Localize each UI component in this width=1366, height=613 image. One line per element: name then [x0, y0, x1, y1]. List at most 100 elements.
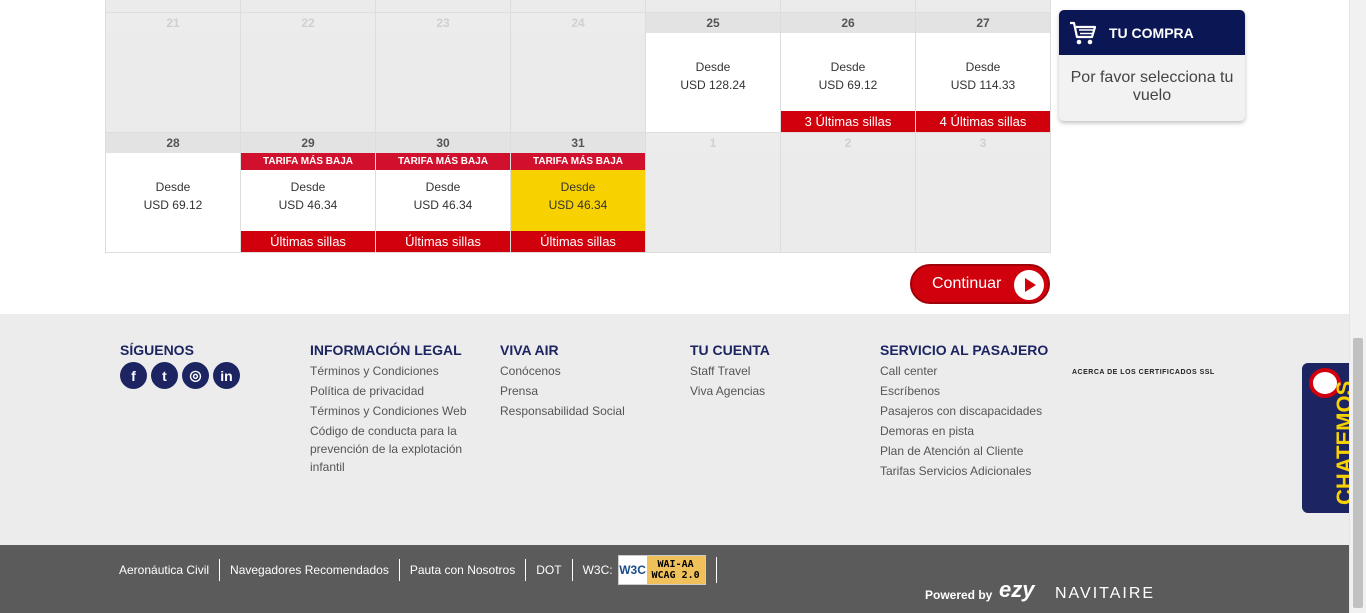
- calendar-day-cell: 22: [241, 13, 376, 133]
- fare-price: USD 46.34: [278, 198, 338, 212]
- social-icons: f t ◎ in: [120, 362, 240, 389]
- day-number: 26: [781, 13, 915, 33]
- chat-label: CHATEMOS: [1332, 380, 1349, 505]
- calendar-day-cell[interactable]: 27 Desde USD 114.33 4 Últimas sillas: [916, 13, 1051, 133]
- footer-link[interactable]: Prensa: [500, 382, 670, 400]
- scrollbar-thumb[interactable]: [1353, 338, 1363, 608]
- facebook-icon[interactable]: f: [120, 362, 147, 389]
- bottom-link[interactable]: Aeronáutica Civil: [110, 559, 221, 581]
- seats-left-badge: 3 Últimas sillas: [781, 111, 915, 132]
- fare-calendar: 21 22 23 24 25 Desde USD 128.24 26 Desde USD 69.1…: [105, 0, 1051, 254]
- footer-heading-cuenta: TU CUENTA: [690, 342, 770, 358]
- footer-link[interactable]: Pasajeros con discapacidades: [880, 402, 1050, 420]
- linkedin-icon[interactable]: in: [213, 362, 240, 389]
- lowest-fare-badge: TARIFA MÁS BAJA: [511, 153, 645, 170]
- bottom-bar: Aeronáutica Civil Navegadores Recomendado…: [0, 545, 1349, 613]
- footer-link[interactable]: Demoras en pista: [880, 422, 1050, 440]
- seats-left-badge: Últimas sillas: [511, 231, 645, 252]
- day-number: 24: [511, 13, 645, 33]
- bottom-link[interactable]: Pauta con Nosotros: [400, 559, 527, 581]
- chat-widget[interactable]: CHATEMOS: [1302, 363, 1349, 513]
- footer-link[interactable]: Responsabilidad Social: [500, 402, 670, 420]
- powered-by-label: Powered by: [925, 588, 993, 602]
- footer-account-column: TU CUENTA Staff Travel Viva Agencias: [690, 342, 860, 402]
- footer-link[interactable]: Staff Travel: [690, 362, 860, 380]
- footer-vivaair-column: VIVA AIR Conócenos Prensa Responsabilidad …: [500, 342, 670, 422]
- from-label: Desde: [155, 180, 191, 194]
- purchase-summary-message: Por favor selecciona tu vuelo: [1070, 69, 1234, 104]
- day-number: 31: [511, 133, 645, 153]
- twitter-icon[interactable]: t: [151, 362, 178, 389]
- footer-link[interactable]: Términos y Condiciones Web: [310, 402, 480, 420]
- footer-link[interactable]: Conócenos: [500, 362, 670, 380]
- purchase-summary-header: TU COMPRA: [1059, 10, 1245, 55]
- day-number: 3: [916, 133, 1050, 153]
- purchase-summary-panel: TU COMPRA Por favor selecciona tu vuelo: [1059, 10, 1245, 121]
- instagram-icon[interactable]: ◎: [182, 362, 209, 389]
- fare-price: USD 128.24: [680, 78, 746, 92]
- fare-price: USD 46.34: [413, 198, 473, 212]
- day-number: 22: [241, 13, 375, 33]
- footer-link[interactable]: Términos y Condiciones: [310, 362, 480, 380]
- day-number: 23: [376, 13, 510, 33]
- day-number: 30: [376, 133, 510, 153]
- from-label: Desde: [965, 60, 1001, 74]
- footer-link[interactable]: Código de conducta para la prevención de…: [310, 422, 480, 476]
- continue-button[interactable]: Continuar: [910, 264, 1050, 304]
- cart-icon: [1070, 21, 1097, 44]
- navitaire-logo: NAVITAIRE: [1055, 585, 1156, 602]
- bottom-link[interactable]: DOT: [526, 559, 573, 581]
- page-scrollbar[interactable]: [1349, 0, 1366, 613]
- calendar-previous-week-strip: [106, 0, 1051, 13]
- footer-heading-siguenos: SÍGUENOS: [120, 342, 194, 358]
- from-label: Desde: [830, 60, 866, 74]
- footer: SÍGUENOS f t ◎ in INFORMACIÓN LEGAL Término…: [0, 314, 1349, 545]
- w3c-label: W3C:: [582, 563, 613, 577]
- lowest-fare-badge: TARIFA MÁS BAJA: [241, 153, 375, 170]
- calendar-day-cell: 3: [916, 133, 1051, 253]
- footer-link[interactable]: Escríbenos: [880, 382, 1050, 400]
- day-number: 25: [646, 13, 780, 33]
- footer-heading-servicio: SERVICIO AL PASAJERO: [880, 342, 1049, 358]
- calendar-day-cell[interactable]: 26 Desde USD 69.12 3 Últimas sillas: [781, 13, 916, 133]
- wcag-badge[interactable]: W3C WAI-AA WCAG 2.0: [617, 555, 706, 585]
- ezy-logo: ezy: [999, 577, 1035, 602]
- footer-heading-legal: INFORMACIÓN LEGAL: [310, 342, 462, 358]
- from-label: Desde: [290, 180, 326, 194]
- calendar-week-row: 21 22 23 24 25 Desde USD 128.24 26 Desde USD 69.1…: [106, 13, 1051, 133]
- calendar-day-cell[interactable]: 30 TARIFA MÁS BAJA Desde USD 46.34 Últimas s…: [376, 133, 511, 253]
- calendar-day-cell[interactable]: 25 Desde USD 128.24: [646, 13, 781, 133]
- wcag-level: WAI-AA WCAG 2.0: [646, 556, 705, 584]
- from-label: Desde: [425, 180, 461, 194]
- from-label: Desde: [695, 60, 731, 74]
- seats-left-badge: Últimas sillas: [241, 231, 375, 252]
- day-number: 2: [781, 133, 915, 153]
- purchase-summary-title: TU COMPRA: [1109, 24, 1194, 41]
- calendar-day-cell: 1: [646, 133, 781, 253]
- fare-price: USD 69.12: [818, 78, 878, 92]
- footer-link[interactable]: Viva Agencias: [690, 382, 860, 400]
- day-number: 28: [106, 133, 240, 153]
- play-icon: [1014, 270, 1044, 300]
- footer-link[interactable]: Call center: [880, 362, 1050, 380]
- calendar-day-cell[interactable]: 29 TARIFA MÁS BAJA Desde USD 46.34 Últimas s…: [241, 133, 376, 253]
- day-number: 21: [106, 13, 240, 33]
- footer-heading-vivaair: VIVA AIR: [500, 342, 559, 358]
- calendar-day-cell: 2: [781, 133, 916, 253]
- bottom-link[interactable]: Navegadores Recomendados: [220, 559, 400, 581]
- w3c-logo: W3C: [618, 556, 647, 584]
- fare-price: USD 114.33: [950, 78, 1016, 92]
- ssl-certificates-link[interactable]: ACERCA DE LOS CERTIFICADOS SSL: [1072, 369, 1215, 376]
- footer-link[interactable]: Política de privacidad: [310, 382, 480, 400]
- seats-left-badge: 4 Últimas sillas: [916, 111, 1050, 132]
- seats-left-badge: Últimas sillas: [376, 231, 510, 252]
- footer-link[interactable]: Tarifas Servicios Adicionales: [880, 462, 1050, 480]
- calendar-day-cell[interactable]: 28 Desde USD 69.12: [106, 133, 241, 253]
- bottom-links: Aeronáutica Civil Navegadores Recomendado…: [110, 555, 717, 585]
- footer-legal-column: INFORMACIÓN LEGAL Términos y Condiciones…: [310, 342, 480, 478]
- fare-price: USD 46.34: [548, 198, 608, 212]
- calendar-day-cell: 23: [376, 13, 511, 133]
- calendar-day-cell[interactable]: 31 TARIFA MÁS BAJA Desde USD 46.34 Últimas s…: [511, 133, 646, 253]
- day-number: 29: [241, 133, 375, 153]
- footer-link[interactable]: Plan de Atención al Cliente: [880, 442, 1050, 460]
